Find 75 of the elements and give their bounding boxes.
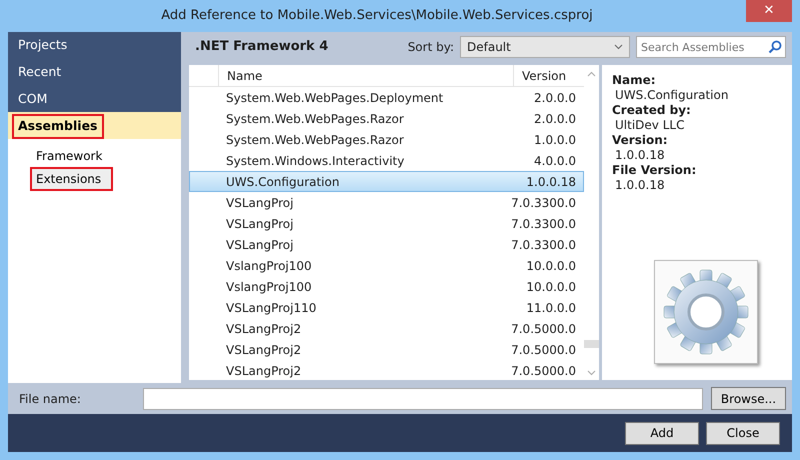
name-cell-text: VSLangProj110 [225,300,318,316]
version-cell-text: 2.0.0.0 [533,110,577,128]
name-cell-text: VSLangProj2 [225,342,302,358]
version-cell-text: 7.0.3300.0 [510,236,577,254]
sidebar-item[interactable]: Assemblies [12,114,104,139]
dialog-button[interactable]: Close [706,422,780,444]
detail-value: UltiDev LLC [614,118,686,133]
table-row[interactable]: VslangProj100 10.0.0.0 [189,255,584,276]
table-row[interactable]: VSLangProj 7.0.3300.0 [189,192,584,213]
search-field[interactable]: Search Assemblies [636,36,786,58]
name-cell-text: VSLangProj2 [225,362,302,380]
name-cell-text: VslangProj100 [225,258,313,274]
version-cell-text: 7.0.3300.0 [510,216,577,232]
version-cell-text: 10.0.0.0 [525,258,577,274]
sidebar-item[interactable]: Projects [8,32,181,59]
file-name-label: File name: [19,390,82,408]
table-row[interactable]: System.Web.WebPages.Deployment 2.0.0.0 [189,87,584,108]
table-row[interactable]: VSLangProj 7.0.3300.0 [189,213,584,234]
sidebar-subitem[interactable]: Framework [30,145,108,167]
name-cell-text: VSLangProj [225,194,294,212]
section-title: .NET Framework 4 [195,38,330,56]
name-cell-text: VSLangProj [225,236,294,254]
detail-value: 1.0.0.18 [614,148,666,163]
scroll-up-icon[interactable] [587,71,596,77]
name-cell-text: System.Web.WebPages.Deployment [225,90,444,106]
caret-icon [614,44,623,50]
name-cell-text: UWS.Configuration [225,174,340,190]
table-row[interactable]: UWS.Configuration 1.0.0.18 [189,171,584,192]
version-cell-text: 2.0.0.0 [533,90,577,106]
version-cell-text: 7.0.5000.0 [510,342,577,358]
sidebar-subitem[interactable]: Extensions [30,167,114,191]
detail-value: UWS.Configuration [614,88,730,103]
sidebar-item[interactable]: Recent [8,58,181,86]
version-cell-text: 11.0.0.0 [525,300,577,316]
name-cell-text: VslangProj100 [225,278,313,296]
table-row[interactable]: System.Windows.Interactivity 4.0.0.0 [189,150,584,171]
sidebar-item[interactable]: COM [8,86,181,112]
search-icon [768,40,782,54]
detail-label: Created by: [612,103,692,118]
scrollbar-thumb[interactable] [584,340,599,348]
name-cell-text: System.Web.WebPages.Razor [225,110,405,128]
version-cell-text: 1.0.0.18 [525,174,577,190]
version-cell-text: 7.0.5000.0 [510,320,577,338]
close-button[interactable]: ✕ [746,0,792,22]
version-cell-text: 7.0.3300.0 [510,194,577,212]
table-row[interactable]: VSLangProj110 11.0.0.0 [189,297,584,318]
sort-dropdown[interactable]: Default [460,36,630,58]
name-cell-text: VSLangProj2 [225,320,302,338]
name-cell-text: System.Web.WebPages.Razor [225,132,405,148]
file-name-field[interactable] [143,388,703,410]
name-cell-text: System.Windows.Interactivity [225,152,406,170]
version-cell-text: 10.0.0.0 [525,278,577,296]
name-cell-text: VSLangProj [225,216,294,232]
table-row[interactable]: System.Web.WebPages.Razor 2.0.0.0 [189,108,584,129]
column-header[interactable]: Name [219,65,514,86]
detail-label: Name: [612,73,657,88]
column-header[interactable]: Version [514,65,584,86]
table-row[interactable]: VSLangProj2 7.0.5000.0 [189,339,584,360]
table-row[interactable]: VSLangProj2 7.0.5000.0 [189,318,584,339]
table-row[interactable]: VSLangProj2 7.0.5000.0 [189,360,584,380]
window-title: Add Reference to Mobile.Web.Services\Mobile.Web.Services.csproj [160,7,594,26]
version-cell-text: 7.0.5000.0 [510,362,577,380]
table-row[interactable]: VslangProj100 10.0.0.0 [189,276,584,297]
detail-label: File Version: [612,163,698,178]
sort-label: Sort by: [408,39,454,56]
scroll-down-icon[interactable] [587,370,596,376]
detail-label: Version: [612,133,669,148]
table-row[interactable]: VSLangProj 7.0.3300.0 [189,234,584,255]
dialog-button[interactable]: Add [625,422,699,444]
table-row[interactable]: System.Web.WebPages.Razor 1.0.0.0 [189,129,584,150]
version-cell-text: 4.0.0.0 [533,152,577,170]
assembly-icon [654,260,758,364]
detail-value: 1.0.0.18 [614,178,666,193]
version-cell-text: 1.0.0.0 [533,132,577,148]
browse-button[interactable]: Browse... [711,387,786,410]
